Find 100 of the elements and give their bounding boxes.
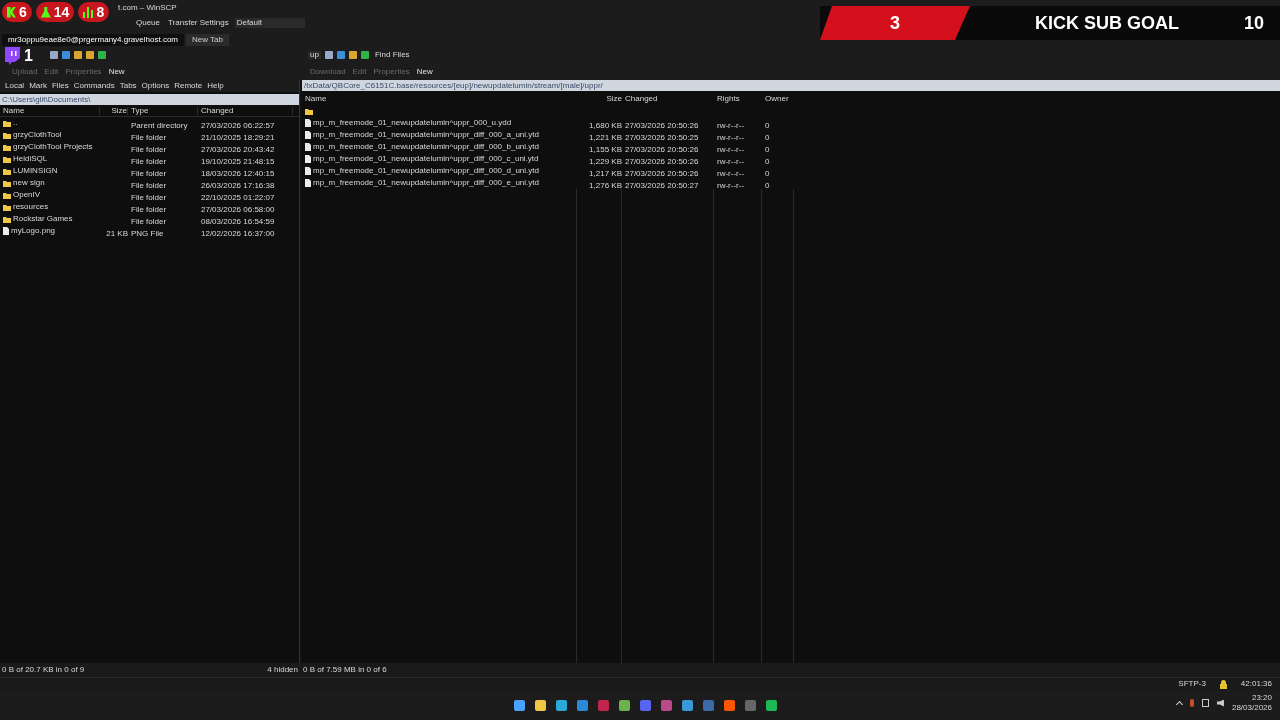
- goal-target: 10: [1243, 11, 1265, 35]
- column-header[interactable]: Size: [577, 95, 622, 103]
- lock-icon: [1219, 679, 1227, 689]
- modified-date: 21/10/2025 18:29:21: [201, 133, 275, 142]
- preset-dropdown[interactable]: Default: [234, 18, 305, 28]
- file-name[interactable]: resources: [13, 203, 49, 211]
- menu-item[interactable]: Local: [5, 82, 25, 90]
- file-type: Parent directory: [131, 121, 188, 130]
- modified-date: 27/03/2026 20:50:26: [625, 157, 699, 166]
- file-name[interactable]: LUMINSIGN: [13, 167, 58, 175]
- menu-item[interactable]: Options: [141, 82, 170, 90]
- column-header[interactable]: Changed: [198, 106, 293, 115]
- file-name[interactable]: new sign: [13, 179, 45, 187]
- file-name[interactable]: mp_m_freemode_01_newupdatelumin^uppr_diff_000_c_uni.ytd: [313, 155, 539, 163]
- file-size: 1,276 KB: [589, 181, 622, 190]
- owner: 0: [765, 169, 770, 178]
- column-header[interactable]: Owner: [762, 95, 794, 103]
- file-size: 1,221 KB: [589, 133, 622, 142]
- goal-label: KICK SUB GOAL: [1034, 11, 1180, 35]
- menu-item[interactable]: Tabs: [119, 82, 137, 90]
- file-name[interactable]: Rockstar Games: [13, 215, 73, 223]
- file-name[interactable]: mp_m_freemode_01_newupdatelumin^uppr_000_u.ydd: [313, 119, 512, 127]
- file-type: File folder: [131, 145, 167, 154]
- window-title: t.com – WinSCP: [118, 3, 177, 12]
- modified-date: 27/03/2026 20:50:26: [625, 169, 699, 178]
- up-button[interactable]: up: [308, 50, 321, 59]
- stream-counter: 6: [2, 2, 32, 22]
- session-time: 42:01:36: [1240, 680, 1272, 688]
- bar-chart-icon: [83, 6, 94, 18]
- file-name[interactable]: HeidiSQL: [13, 155, 48, 163]
- clock-date[interactable]: 28/03/2026: [1231, 704, 1272, 712]
- file-size: 1,155 KB: [589, 145, 622, 154]
- modified-date: 08/03/2026 16:54:59: [201, 217, 275, 226]
- permissions: rw-r--r--: [717, 181, 745, 190]
- permissions: rw-r--r--: [717, 157, 745, 166]
- file-name[interactable]: ..: [13, 119, 18, 127]
- session-tab[interactable]: New Tab: [186, 34, 229, 46]
- file-name[interactable]: mp_m_freemode_01_newupdatelumin^uppr_diff_000_b_uni.ytd: [313, 143, 539, 151]
- menu-item[interactable]: Mark: [29, 82, 47, 90]
- file-name[interactable]: mp_m_freemode_01_newupdatelumin^uppr_diff_000_d_uni.ytd: [313, 167, 539, 175]
- parent-folder-icon: [3, 119, 11, 127]
- selection-status: 0 B of 7.59 MB in 0 of 6: [302, 666, 387, 674]
- modified-date: 12/02/2026 16:37:00: [201, 229, 275, 238]
- file-type: File folder: [131, 169, 167, 178]
- file-icon: [3, 227, 9, 235]
- hidden-count: 4 hidden: [267, 666, 298, 674]
- permissions: rw-r--r--: [717, 169, 745, 178]
- protocol-label: SFTP-3: [1178, 680, 1206, 688]
- column-header[interactable]: Changed: [622, 95, 714, 103]
- column-header[interactable]: Size: [100, 106, 128, 115]
- toolbar-button[interactable]: New: [414, 65, 435, 78]
- file-size: 1,217 KB: [589, 169, 622, 178]
- column-header[interactable]: Name: [0, 106, 100, 115]
- file-name[interactable]: OpenIV: [13, 191, 41, 199]
- volume-icon[interactable]: [1216, 699, 1224, 707]
- goal-current: 3: [890, 11, 900, 35]
- file-name[interactable]: mp_m_freemode_01_newupdatelumin^uppr_diff_000_a_uni.ytd: [313, 131, 539, 139]
- file-type: File folder: [131, 205, 167, 214]
- file-type: File folder: [131, 157, 167, 166]
- modified-date: 27/03/2026 06:58:00: [201, 205, 275, 214]
- file-name[interactable]: grzyClothTool: [13, 131, 62, 139]
- modified-date: 27/03/2026 20:43:42: [201, 145, 275, 154]
- modified-date: 27/03/2026 20:50:25: [625, 133, 699, 142]
- column-header[interactable]: Type: [128, 106, 198, 115]
- permissions: rw-r--r--: [717, 133, 745, 142]
- menu-item[interactable]: Remote: [174, 82, 203, 90]
- file-type: PNG File: [131, 229, 164, 238]
- file-name[interactable]: grzyClothTool Projects: [13, 143, 93, 151]
- modified-date: 22/10/2025 01:22:07: [201, 193, 275, 202]
- menu-item[interactable]: Commands: [73, 82, 115, 90]
- owner: 0: [765, 121, 770, 130]
- find-files-button[interactable]: Find Files: [372, 50, 412, 59]
- modified-date: 19/10/2025 21:48:15: [201, 157, 275, 166]
- toolbar-button[interactable]: New: [106, 65, 127, 78]
- path-field[interactable]: /txData/QBCore_C6151C.base/resources/[eup]/newupdatelumin/stream/[male]/uppr/: [302, 80, 1280, 91]
- owner: 0: [765, 157, 770, 166]
- transfer-settings-label: Transfer Settings: [168, 19, 229, 27]
- file-name[interactable]: mp_m_freemode_01_newupdatelumin^uppr_diff_000_e_uni.ytd: [313, 179, 539, 187]
- column-header[interactable]: Rights: [714, 95, 762, 103]
- modified-date: 27/03/2026 06:22:57: [201, 121, 275, 130]
- file-type: File folder: [131, 181, 167, 190]
- file-name[interactable]: myLogo.png: [11, 227, 56, 235]
- owner: 0: [765, 181, 770, 190]
- session-tab[interactable]: mr3oppu9eae8e0@prgermany4.gravelhost.com: [2, 34, 184, 46]
- microphone-icon[interactable]: [1189, 699, 1194, 707]
- menu-item[interactable]: Help: [207, 82, 224, 90]
- file-size: 21 KB: [106, 229, 128, 238]
- file-size: 1,229 KB: [589, 157, 622, 166]
- permissions: rw-r--r--: [717, 121, 745, 130]
- twitch-count: 1: [24, 48, 33, 64]
- selection-status: 0 B of 20.7 KB in 0 of 9: [2, 666, 85, 674]
- menu-item[interactable]: Files: [51, 82, 69, 90]
- clock-time[interactable]: 23:20: [1251, 694, 1272, 702]
- queue-button[interactable]: Queue: [134, 19, 163, 27]
- modified-date: 27/03/2026 20:50:26: [625, 145, 699, 154]
- path-field[interactable]: C:\Users\glit\Documents\: [0, 94, 299, 105]
- file-type: File folder: [131, 193, 167, 202]
- file-type: File folder: [131, 217, 167, 226]
- column-header[interactable]: Name: [302, 95, 577, 103]
- file-size: 1,680 KB: [589, 121, 622, 130]
